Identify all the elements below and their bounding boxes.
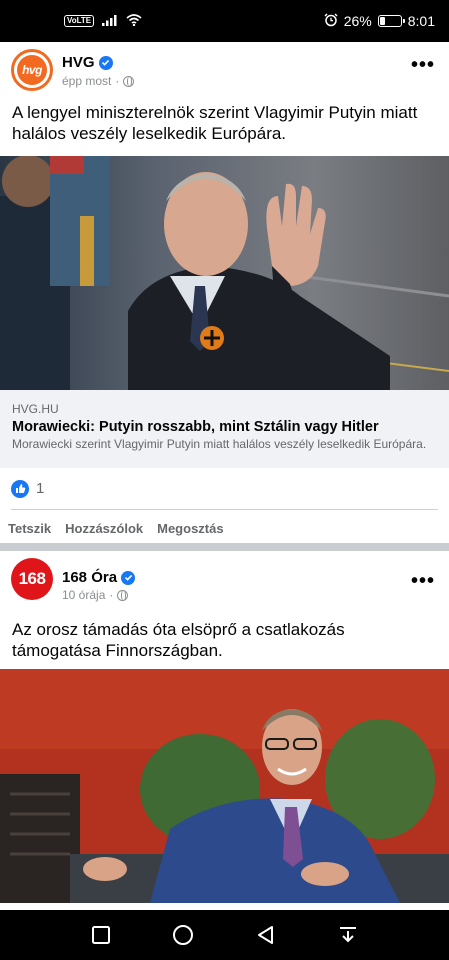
more-options-button[interactable]: ••• xyxy=(411,571,435,591)
post-text: A lengyel miniszterelnök szerint Vlagyim… xyxy=(12,103,418,143)
home-icon[interactable] xyxy=(163,915,203,955)
avatar-logo: 168 xyxy=(18,569,46,588)
like-reaction-icon xyxy=(11,479,29,498)
page-name[interactable]: 168 Óra xyxy=(62,569,136,586)
page-name[interactable]: HVG xyxy=(62,54,113,71)
link-preview-card[interactable]: HVG.HU Morawiecki: Putyin rosszabb, mint… xyxy=(0,390,449,468)
page-name-label: 168 Óra xyxy=(62,569,118,586)
post-image-illustration xyxy=(0,669,449,903)
alarm-icon xyxy=(324,12,338,30)
reaction-count: 1 xyxy=(36,480,45,497)
globe-icon xyxy=(117,589,129,601)
link-domain: HVG.HU xyxy=(12,402,59,416)
post-text: Az orosz támadás óta elsöprő a csatlakoz… xyxy=(12,620,345,660)
avatar[interactable]: 168 xyxy=(11,558,53,600)
link-title: Morawiecki: Putyin rosszabb, mint Sztáli… xyxy=(12,419,379,435)
more-options-button[interactable]: ••• xyxy=(411,55,435,75)
like-button[interactable]: Tetszik xyxy=(8,521,51,536)
post-timestamp[interactable]: épp most · xyxy=(62,74,135,88)
globe-icon xyxy=(123,75,135,87)
status-bar: VoLTE 26% 8:01 xyxy=(0,0,449,42)
volte-badge: VoLTE xyxy=(64,15,95,27)
clock: 8:01 xyxy=(407,13,435,29)
avatar-logo: hvg xyxy=(17,55,47,85)
page-name-label: HVG xyxy=(62,54,95,71)
battery-percent: 26% xyxy=(343,13,372,29)
notification-pull-icon[interactable] xyxy=(328,915,368,955)
verified-badge-icon xyxy=(121,570,136,585)
post-time-label: épp most xyxy=(62,74,112,88)
post-hvg: hvg HVG épp most · ••• A lengyel miniszt… xyxy=(0,42,449,546)
post-header: 168 168 Óra 10 órája · ••• xyxy=(0,551,449,611)
signal-icon xyxy=(102,13,118,29)
back-icon[interactable] xyxy=(246,915,286,955)
verified-badge-icon xyxy=(98,55,113,70)
comment-button[interactable]: Hozzászólok xyxy=(65,521,143,536)
recent-apps-icon[interactable] xyxy=(81,915,121,955)
post-actions: Tetszik Hozzászólok Megosztás xyxy=(0,510,449,546)
share-button[interactable]: Megosztás xyxy=(157,521,223,536)
avatar[interactable]: hvg xyxy=(11,49,53,91)
post-image[interactable] xyxy=(0,156,449,390)
post-168-ora: 168 168 Óra 10 órája · ••• Az orosz táma… xyxy=(0,551,449,903)
post-header: hvg HVG épp most · ••• xyxy=(0,42,449,102)
battery-icon xyxy=(377,15,405,27)
post-image-illustration xyxy=(0,156,449,390)
reaction-summary[interactable]: 1 xyxy=(0,468,449,509)
wifi-icon xyxy=(126,13,142,29)
system-nav-bar xyxy=(0,910,449,960)
post-image[interactable] xyxy=(0,669,449,903)
feed-separator xyxy=(0,543,449,551)
post-timestamp[interactable]: 10 órája · xyxy=(62,588,129,602)
link-description: Morawiecki szerint Vlagyimir Putyin miat… xyxy=(12,437,427,451)
post-time-label: 10 órája xyxy=(62,588,106,602)
